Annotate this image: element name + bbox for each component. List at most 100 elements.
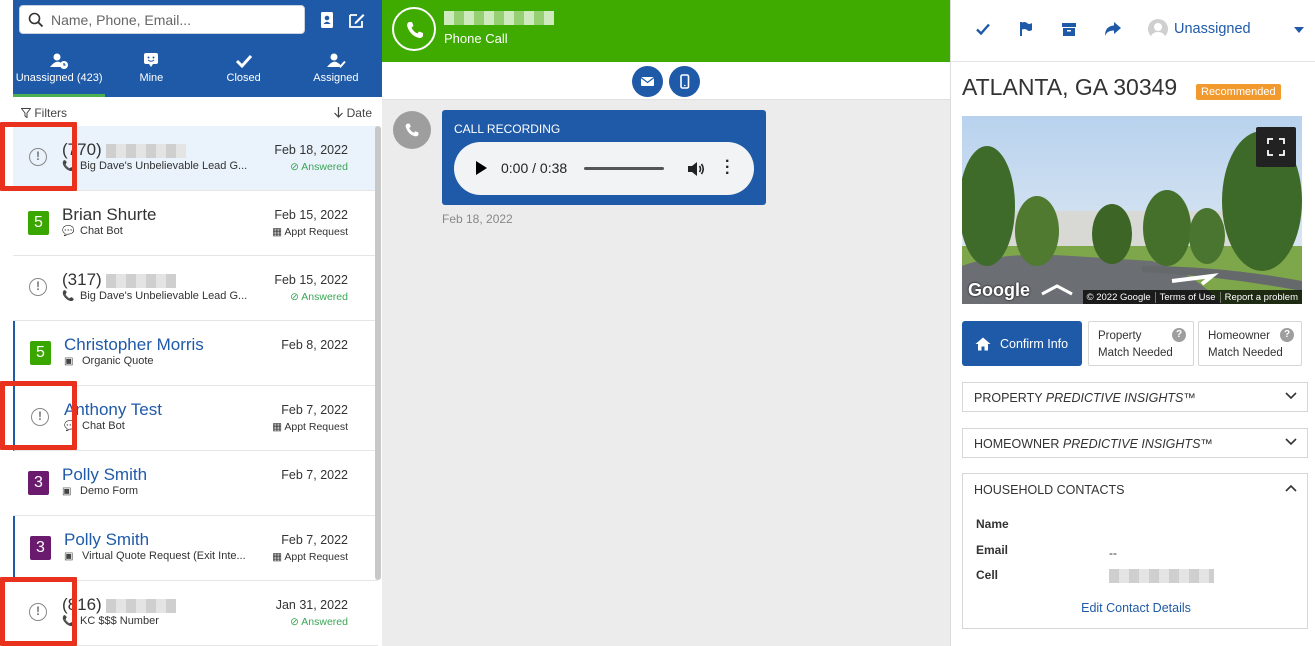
calendar-icon: ▦ [272, 551, 285, 563]
chevron-down-icon [1285, 392, 1297, 400]
accordion-label-emph: PREDICTIVE INSIGHTS™ [1062, 437, 1213, 451]
phone-icon [405, 123, 419, 137]
fullscreen-button[interactable] [1256, 127, 1296, 167]
confirm-info-button[interactable]: Confirm Info [962, 321, 1082, 366]
archive-icon[interactable] [1061, 21, 1077, 37]
list-scrollbar[interactable] [375, 126, 381, 580]
tab-label: Unassigned (423) [15, 72, 103, 84]
filters-button[interactable]: Filters [20, 106, 68, 120]
homeowner-match-line2: Match Needed [1208, 347, 1283, 359]
check-circle-icon: ⊘ [290, 291, 302, 303]
chat-user-icon [144, 53, 159, 67]
homeowner-match-card[interactable]: Homeowner Match Needed ? [1198, 321, 1302, 366]
lead-source: ▣ Organic Quote [64, 355, 154, 367]
lead-row[interactable]: 3 Polly Smith ▣ Demo Form Feb 7, 2022 [13, 451, 378, 516]
email-button[interactable] [632, 66, 663, 97]
calendar-icon: ▦ [272, 421, 285, 433]
calendar-icon: ▦ [272, 226, 285, 238]
street-view-image[interactable]: Google © 2022 Google Terms of Use Report… [962, 116, 1302, 304]
check-circle-icon: ⊘ [290, 616, 302, 628]
lead-status: ▦ Appt Request [272, 421, 348, 433]
tab-assigned[interactable]: Assigned [290, 48, 382, 97]
form-icon: ▣ [64, 551, 74, 562]
conversation-type: Phone Call [444, 31, 508, 46]
lead-status: ⊘ Answered [290, 161, 348, 173]
lead-name: Anthony Test [64, 400, 162, 419]
forward-icon[interactable] [1104, 21, 1122, 37]
assignee-dropdown[interactable]: Unassigned [1148, 19, 1251, 39]
edit-contact-details-link[interactable]: Edit Contact Details [963, 601, 1309, 615]
lead-details-panel: Unassigned ATLANTA, GA 30349 Recommended [950, 0, 1315, 646]
highlight-box [0, 122, 77, 191]
volume-icon[interactable] [686, 159, 706, 179]
assignee-name: Unassigned [1174, 21, 1251, 37]
lead-date: Feb 8, 2022 [281, 338, 348, 352]
play-icon[interactable] [476, 161, 487, 175]
help-icon[interactable]: ? [1280, 328, 1294, 342]
lead-row[interactable]: 3 Polly Smith ▣ Virtual Quote Request (Ex… [13, 516, 378, 581]
home-icon [975, 337, 991, 350]
lead-date: Feb 15, 2022 [274, 273, 348, 287]
lead-name: Polly Smith [62, 465, 148, 484]
accordion-label-emph: PREDICTIVE INSIGHTS™ [1045, 391, 1196, 405]
lead-name: (770) [62, 140, 186, 160]
lead-row[interactable]: 5 Brian Shurte 💬 Chat Bot Feb 15, 2022 ▦ … [13, 191, 378, 256]
flag-icon[interactable] [1018, 21, 1034, 37]
terms-link[interactable]: Terms of Use [1154, 291, 1220, 303]
lead-tabs: Unassigned (423) Mine Closed Assigned [13, 48, 382, 97]
form-icon: ▣ [62, 486, 72, 497]
sms-button[interactable] [669, 66, 700, 97]
email-label: Email [976, 543, 1009, 557]
contact-book-icon[interactable] [318, 11, 336, 29]
seek-bar[interactable] [584, 167, 664, 170]
caret-down-icon[interactable] [1294, 27, 1304, 33]
accordion-label: PROPERTY [974, 391, 1046, 405]
lead-name: (317) [62, 270, 176, 290]
search-box[interactable] [19, 5, 305, 34]
details-toolbar: Unassigned [951, 0, 1315, 62]
report-problem-link[interactable]: Report a problem [1219, 291, 1302, 303]
more-options-icon[interactable]: · · · [725, 154, 730, 182]
tab-mine[interactable]: Mine [105, 48, 197, 97]
accordion-label: HOMEOWNER [974, 437, 1063, 451]
household-contacts-heading[interactable]: HOUSEHOLD CONTACTS [974, 483, 1124, 497]
household-contacts-section: HOUSEHOLD CONTACTS Name Email -- Cell Ed… [962, 473, 1308, 629]
arrow-down-icon [334, 107, 344, 118]
check-icon [235, 54, 252, 69]
help-icon[interactable]: ? [1172, 328, 1186, 342]
checkmark-icon[interactable] [975, 21, 991, 37]
avatar [1148, 19, 1168, 39]
check-circle-icon: ⊘ [290, 161, 302, 173]
property-match-card[interactable]: Property Match Needed ? [1088, 321, 1194, 366]
recommended-badge: Recommended [1196, 84, 1281, 100]
lead-name: Christopher Morris [64, 335, 204, 354]
sort-date-button[interactable]: Date [334, 106, 372, 120]
score-badge: 5 [30, 341, 51, 365]
homeowner-insights-accordion[interactable]: HOMEOWNER PREDICTIVE INSIGHTS™ [962, 428, 1308, 458]
lead-row[interactable]: ! (317) 📞 Big Dave's Unbelievable Lead G.… [13, 256, 378, 321]
player-time: 0:00 / 0:38 [501, 160, 568, 176]
chevron-down-icon [1285, 438, 1297, 446]
lead-source: ▣ Demo Form [62, 485, 139, 497]
tab-closed[interactable]: Closed [198, 48, 290, 97]
lead-source: 💬 Chat Bot [62, 225, 123, 237]
search-input[interactable] [51, 11, 291, 28]
filters-label: Filters [34, 106, 68, 120]
highlight-box [0, 381, 77, 450]
compose-icon[interactable] [348, 11, 366, 29]
alert-icon: ! [29, 278, 47, 296]
lead-status: ▦ Appt Request [272, 551, 348, 563]
property-insights-accordion[interactable]: PROPERTY PREDICTIVE INSIGHTS™ [962, 382, 1308, 412]
email-value: -- [1109, 546, 1117, 560]
map-footer: © 2022 Google Terms of Use Report a prob… [1082, 290, 1302, 304]
chevron-up-icon[interactable] [1285, 484, 1297, 492]
lead-row[interactable]: 5 Christopher Morris ▣ Organic Quote Feb … [13, 321, 378, 386]
call-avatar [393, 111, 431, 149]
envelope-icon [640, 77, 655, 86]
chat-icon: 💬 [62, 226, 75, 237]
tab-label: Closed [226, 72, 261, 84]
tab-unassigned[interactable]: Unassigned (423) [13, 48, 106, 97]
lead-source: 📞 Big Dave's Unbelievable Lead G... [62, 290, 248, 302]
lead-name: Brian Shurte [62, 205, 157, 224]
lead-status: ⊘ Answered [290, 291, 348, 303]
